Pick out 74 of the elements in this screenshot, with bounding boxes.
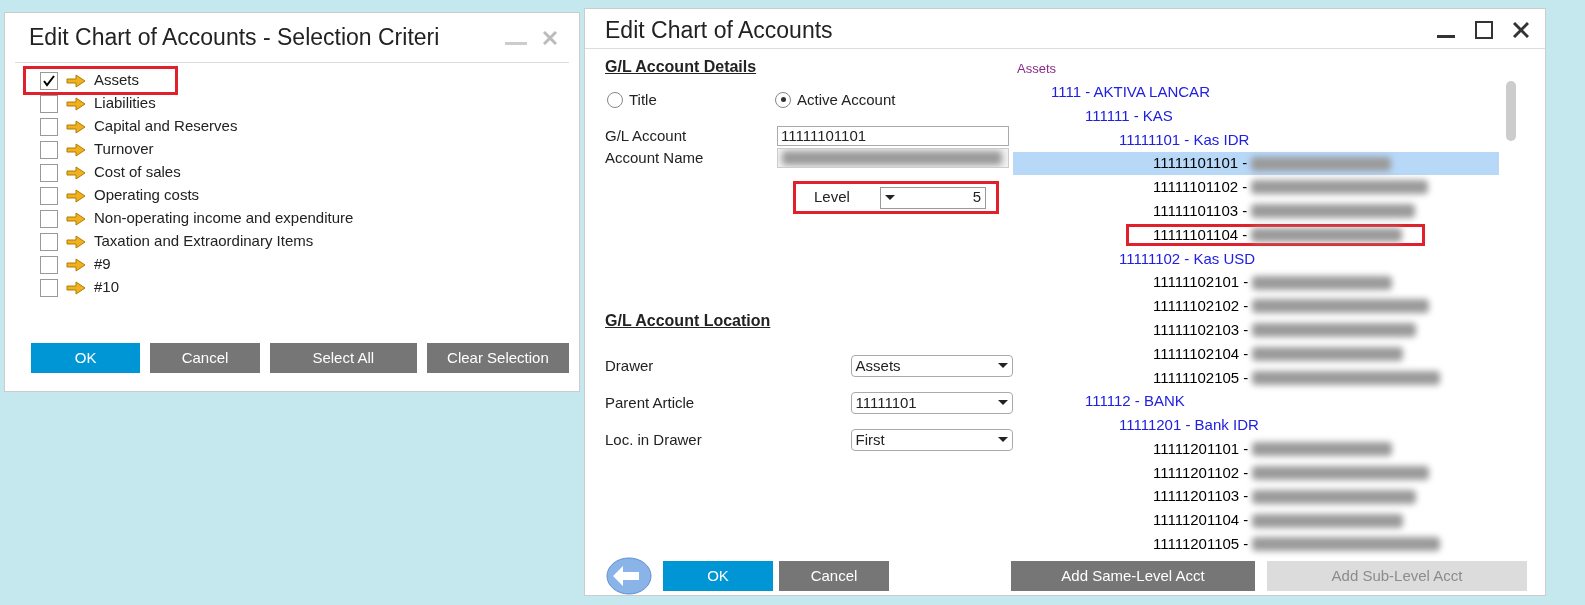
field-label: Account Name: [605, 147, 705, 168]
checklist-item[interactable]: #9: [40, 253, 147, 276]
tree-row[interactable]: 11111101103 -: [1013, 199, 1499, 224]
dialog-button[interactable]: Add Same-Level Acct: [1011, 561, 1255, 592]
checklist-item[interactable]: #10: [40, 276, 156, 299]
tree-label: 11111102 - Kas USD: [1119, 248, 1256, 269]
tree-row[interactable]: 11111101101 -: [1013, 151, 1499, 176]
tree-label: 11111201105 -: [1153, 534, 1249, 555]
field-label: Parent Article: [605, 392, 696, 413]
tree-row[interactable]: 11111201103 -: [1013, 484, 1499, 509]
tree-label: 11111102104 -: [1153, 343, 1249, 364]
field-label: Level: [813, 187, 851, 208]
tree-row[interactable]: 11111102102 -: [1013, 294, 1499, 319]
tree-row[interactable]: 11111201102 -: [1013, 461, 1499, 485]
dropdown-field[interactable]: 11111101: [850, 392, 1013, 414]
tree-label: 11111101103 -: [1153, 200, 1248, 221]
tree-row[interactable]: 11111101102 -: [1013, 175, 1499, 200]
checklist-item[interactable]: Liabilities: [40, 92, 192, 115]
dropdown-field[interactable]: First: [850, 429, 1013, 451]
checklist-item[interactable]: Assets: [26, 69, 175, 92]
field-label: Loc. in Drawer: [605, 429, 703, 450]
level-field[interactable]: 5: [880, 186, 986, 209]
dialog-button[interactable]: Cancel: [150, 343, 260, 373]
tree-label: 11111201102 -: [1153, 462, 1249, 483]
tree-row[interactable]: 11111102101 -: [1013, 270, 1499, 295]
checklist-item[interactable]: Taxation and Extraordinary Items: [40, 230, 350, 253]
section-heading: G/L Account Location: [605, 311, 772, 331]
tree-label: 11111101101 -: [1153, 153, 1248, 174]
dialog-button[interactable]: Cancel: [779, 561, 889, 592]
tree-row[interactable]: 11111102104 -: [1013, 342, 1499, 366]
tree-row[interactable]: 11111201 - Bank IDR: [1013, 413, 1499, 438]
tree-row[interactable]: 11111101 - Kas IDR: [1013, 127, 1499, 152]
window-title: Edit Chart of Accounts: [605, 16, 834, 45]
tree-row[interactable]: 11111102 - Kas USD: [1013, 246, 1499, 271]
account-field[interactable]: 11111101101: [777, 126, 1009, 146]
tree-row[interactable]: Assets: [1013, 56, 1499, 81]
tree-label: 11111101 - Kas IDR: [1119, 129, 1250, 150]
dialog-button[interactable]: Clear Selection: [426, 343, 569, 373]
tree-label: 11111101104 -: [1153, 224, 1248, 245]
window-title: Edit Chart of Accounts - Selection Criteri: [29, 23, 441, 53]
checklist-item[interactable]: Operating costs: [40, 184, 236, 207]
tree-label: 11111101102 -: [1153, 177, 1248, 198]
tree-label: 11111102101 -: [1153, 272, 1249, 293]
tree-label: 111111 - KAS: [1085, 105, 1173, 126]
tree-row[interactable]: 111112 - BANK: [1013, 389, 1499, 414]
tree-label: 11111102105 -: [1153, 367, 1249, 388]
tree-label: 11111102103 -: [1153, 319, 1249, 340]
tree-row[interactable]: 11111201101 -: [1013, 437, 1499, 462]
field-label: G/L Account: [605, 125, 688, 146]
checklist-item[interactable]: Capital and Reserves: [40, 115, 274, 138]
tree-label: Assets: [1017, 59, 1056, 78]
dialog-button[interactable]: Select All: [269, 343, 417, 373]
tree-label: 1111 - AKTIVA LANCAR: [1051, 81, 1210, 102]
radio-option[interactable]: Active Account: [775, 88, 896, 111]
section-heading: G/L Account Details: [605, 56, 758, 77]
dropdown-field[interactable]: Assets: [850, 355, 1013, 377]
tree-label: 11111201104 -: [1153, 510, 1249, 531]
radio-option[interactable]: Title: [607, 88, 775, 111]
checklist-item[interactable]: Turnover: [40, 138, 190, 161]
tree-row[interactable]: 1111 - AKTIVA LANCAR: [1013, 80, 1499, 105]
tree-label: 11111102102 -: [1153, 296, 1249, 317]
tree-row[interactable]: 111111 - KAS: [1013, 104, 1499, 128]
tree-row[interactable]: 11111102105 -: [1013, 365, 1499, 390]
tree-row[interactable]: 11111102103 -: [1013, 318, 1499, 343]
checklist-item[interactable]: Cost of sales: [40, 161, 217, 184]
tree-row[interactable]: 11111201104 -: [1013, 508, 1499, 533]
tree-label: 11111201101 -: [1153, 438, 1249, 459]
tree-row[interactable]: 11111201105 -: [1013, 532, 1499, 557]
tree-label: 11111201103 -: [1153, 486, 1249, 507]
tree-label: 11111201 - Bank IDR: [1119, 415, 1259, 436]
tree-label: 111112 - BANK: [1085, 391, 1185, 412]
tree-row[interactable]: 11111101104 -: [1013, 223, 1499, 247]
field-label: Drawer: [605, 355, 655, 376]
checklist-item[interactable]: Non-operating income and expenditure: [40, 207, 390, 230]
